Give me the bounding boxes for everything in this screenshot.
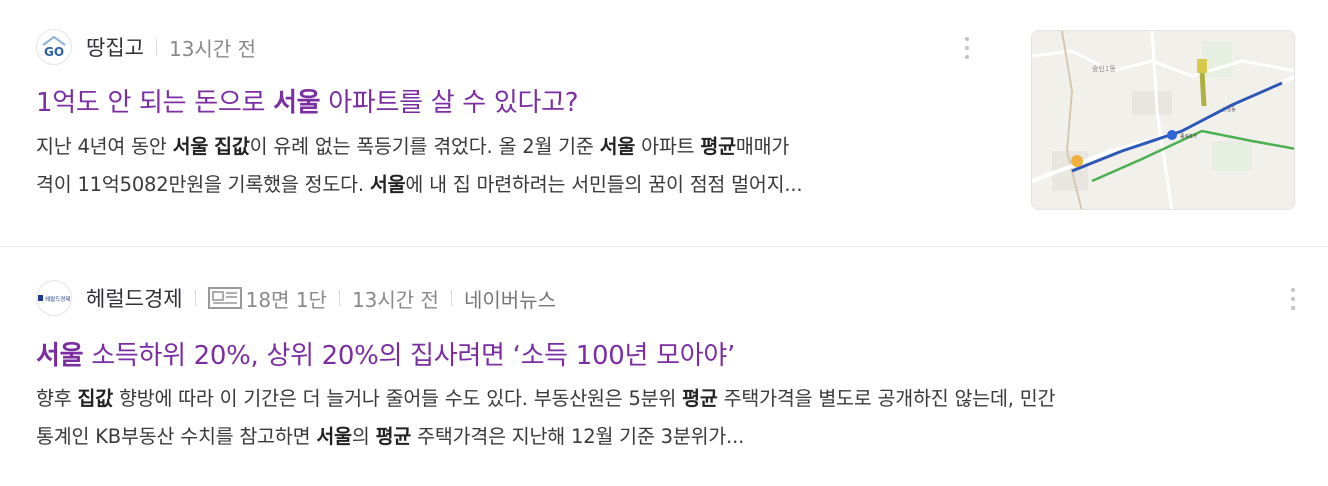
svg-text:신설동: 신설동 [1222,106,1236,113]
more-options-icon[interactable] [957,30,977,66]
press-name[interactable]: 땅집고 [86,32,144,62]
more-options-icon[interactable] [1283,281,1303,317]
press-name[interactable]: 헤럴드경제 [86,283,183,313]
publish-time: 13시간 전 [168,36,256,61]
news-title[interactable]: 1억도 안 되는 돈으로 서울 아파트를 살 수 있다고? [36,82,579,119]
desc-line: 통계인 KB부동산 수치를 참고하면 서울의 평균 주택가격은 지난해 12월 … [36,425,745,448]
divider [338,290,340,306]
title-text: 소득하위 20%, 상위 20%의 집사려면 ‘소득 100년 모아야’ [83,341,735,371]
divider [194,290,196,306]
naver-news-link[interactable]: 네이버뉴스 [464,284,556,313]
divider [450,290,452,306]
title-keyword: 서울 [273,88,321,118]
svg-text:종로6가: 종로6가 [1180,133,1197,140]
news-description: 지난 4년여 동안 서울 집값이 유례 없는 폭등기를 겪었다. 올 2월 기준… [36,128,986,204]
title-keyword: 서울 [36,341,84,371]
news-meta: GO 땅집고 13시간 전 [36,29,256,65]
divider [155,39,157,55]
publish-time: 13시간 전 [351,287,439,312]
desc-line: 향후 집값 향방에 따라 이 기간은 더 늘거나 줄어들 수도 있다. 부동산원… [36,387,1056,410]
svg-text:헤럴드경제: 헤럴드경제 [45,295,70,303]
desc-line: 지난 4년여 동안 서울 집값이 유례 없는 폭등기를 겪었다. 올 2월 기준… [36,135,790,158]
herald-logo-icon[interactable]: 헤럴드경제 [36,280,72,316]
news-description: 향후 집값 향방에 따라 이 기간은 더 늘거나 줄어들 수도 있다. 부동산원… [36,380,1306,456]
desc-line: 격이 11억5082만원을 기록했을 정도다. 서울에 내 집 마련하려는 서민… [36,173,803,196]
news-meta: 헤럴드경제 헤럴드경제 18면 1단 13시간 전 네이버뉴스 [36,280,556,316]
title-text: 1억도 안 되는 돈으로 [36,88,274,118]
news-item-1: GO 땅집고 13시간 전 1억도 안 되는 돈으로 서울 아파트를 살 수 있… [0,0,1328,246]
svg-text:숭인1동: 숭인1동 [1092,64,1116,73]
page-info: 18면 1단 [245,287,327,312]
svg-text:GO: GO [44,45,64,59]
newspaper-icon [207,286,242,310]
ddangjipgo-logo-icon[interactable]: GO [36,29,72,65]
title-text: 아파트를 살 수 있다고? [320,88,579,118]
news-title[interactable]: 서울 소득하위 20%, 상위 20%의 집사려면 ‘소득 100년 모아야’ [36,335,735,372]
news-item-2: 헤럴드경제 헤럴드경제 18면 1단 13시간 전 네이버뉴스 서울 소득하위 … [0,246,1328,486]
map-thumbnail[interactable]: 숭인1동 종로6가 신설동 [1031,30,1295,210]
